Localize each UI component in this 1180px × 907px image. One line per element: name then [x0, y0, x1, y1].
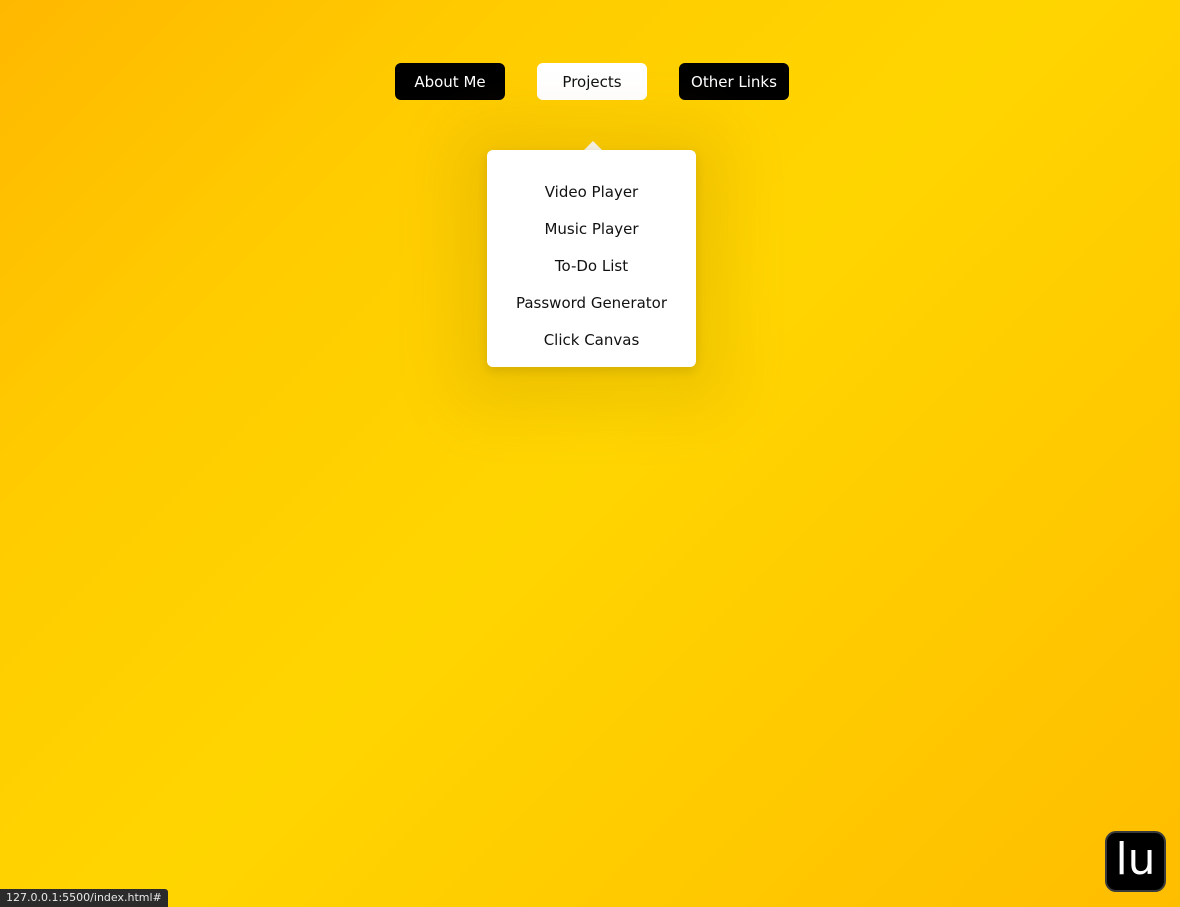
menu-item-video-player[interactable]: Video Player — [487, 173, 696, 210]
projects-button[interactable]: Projects — [537, 63, 647, 100]
top-navigation: About Me Projects Other Links — [0, 63, 1180, 100]
projects-dropdown-menu: Video Player Music Player To-Do List Pas… — [487, 150, 696, 367]
about-me-button[interactable]: About Me — [395, 63, 505, 100]
other-links-button[interactable]: Other Links — [679, 63, 789, 100]
menu-item-click-canvas[interactable]: Click Canvas — [487, 321, 696, 358]
dropdown-arrow — [584, 141, 602, 150]
site-logo[interactable]: lu — [1105, 831, 1166, 892]
browser-status-bar-url: 127.0.0.1:5500/index.html# — [0, 889, 168, 907]
menu-item-password-generator[interactable]: Password Generator — [487, 284, 696, 321]
menu-item-music-player[interactable]: Music Player — [487, 210, 696, 247]
menu-item-todo-list[interactable]: To-Do List — [487, 247, 696, 284]
